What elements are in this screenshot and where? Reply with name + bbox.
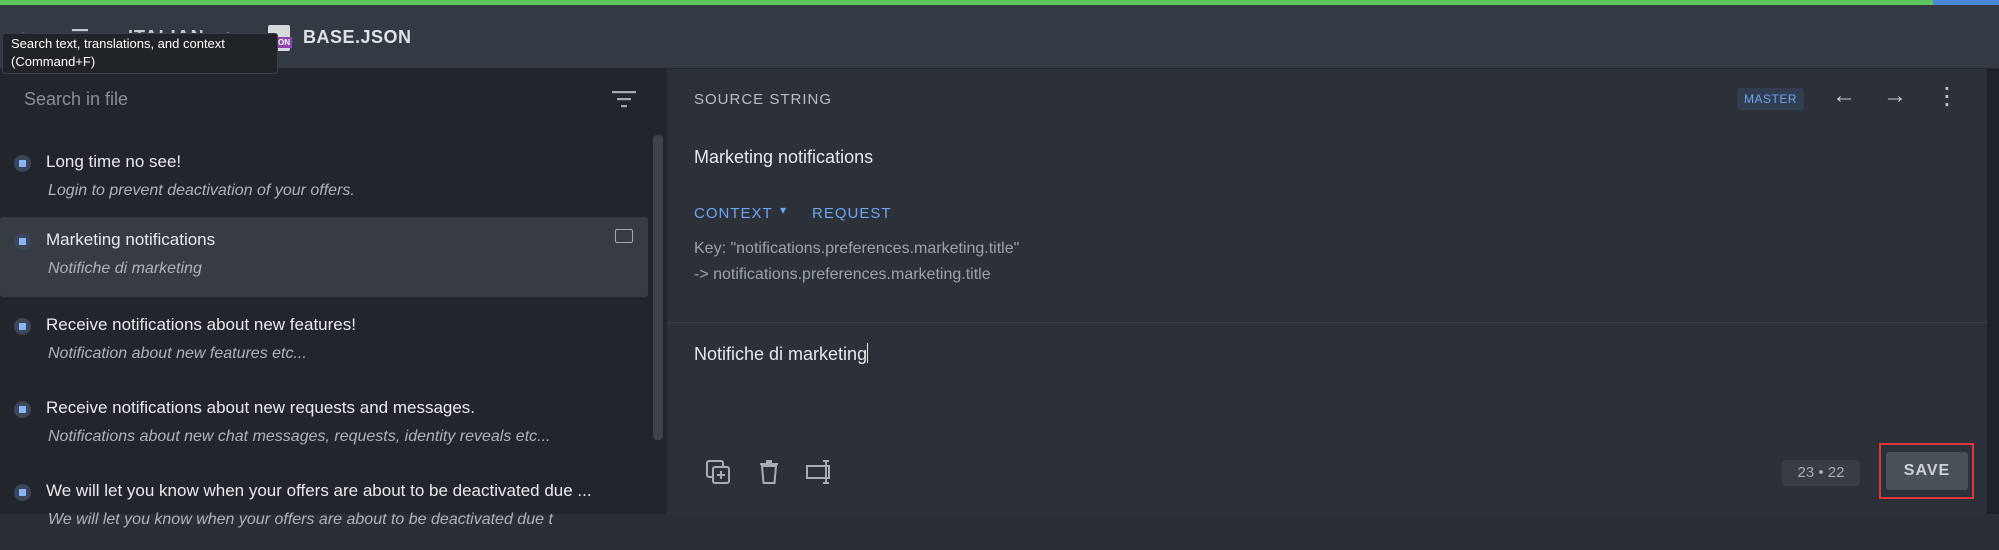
list-item-translation: Login to prevent deactivation of your of… — [48, 182, 355, 199]
list-item[interactable]: We will let you know when your offers ar… — [0, 470, 648, 550]
list-item-translation: Notification about new features etc... — [48, 345, 307, 362]
list-item-source: We will let you know when your offers ar… — [46, 481, 592, 500]
translation-textarea[interactable]: Notifiche di marketing — [694, 343, 869, 365]
divider — [667, 322, 1987, 323]
status-dot-icon — [14, 401, 31, 418]
list-item-translation: Notifiche di marketing — [48, 260, 202, 277]
string-list-panel: Search in file Long time no see! Login t… — [0, 69, 667, 528]
status-dot-icon — [14, 233, 31, 250]
arrow-right-icon[interactable]: → — [1883, 82, 1907, 110]
delete-icon[interactable] — [754, 457, 784, 487]
list-item-translation: Notifications about new chat messages, r… — [48, 428, 551, 445]
tooltip-line: (Command+F) — [11, 54, 96, 69]
list-item-source: Receive notifications about new features… — [46, 315, 356, 334]
source-string-text: Marketing notifications — [694, 147, 874, 167]
list-item[interactable]: Long time no see! Login to prevent deact… — [0, 141, 648, 221]
arrow-left-icon[interactable]: ← — [1832, 82, 1856, 110]
top-bar: ‹ ☰ ITALIAN › ON BASE.JSON — [0, 5, 1999, 69]
search-bar[interactable]: Search in file — [0, 69, 667, 131]
list-item[interactable]: Receive notifications about new features… — [0, 304, 648, 384]
status-dot-icon — [14, 484, 31, 501]
status-dot-icon — [14, 155, 31, 172]
translation-value: Notifiche di marketing — [694, 344, 868, 364]
list-item-source: Receive notifications about new requests… — [46, 398, 476, 417]
list-item[interactable]: Receive notifications about new requests… — [0, 387, 648, 467]
context-path-line: -> notifications.preferences.marketing.t… — [694, 266, 991, 283]
section-title: SOURCE STRING — [694, 91, 833, 108]
character-counter: 23 • 22 — [1782, 460, 1860, 486]
comment-icon[interactable] — [615, 229, 633, 243]
right-edge-panel — [1987, 69, 1999, 514]
caret-down-icon[interactable]: ▾ — [780, 203, 786, 217]
more-vert-icon[interactable]: ⋮ — [1935, 82, 1959, 111]
input-method-icon[interactable] — [805, 457, 835, 487]
breadcrumb-file-name: BASE.JSON — [303, 27, 412, 47]
save-button[interactable]: SAVE — [1886, 452, 1968, 490]
tooltip-line: Search text, translations, and context — [11, 36, 225, 51]
list-item-selected[interactable]: Marketing notifications Notifiche di mar… — [0, 217, 648, 297]
list-item-source: Long time no see! — [46, 152, 182, 171]
search-input[interactable]: Search in file — [24, 89, 128, 110]
filter-icon[interactable] — [610, 88, 638, 110]
request-tab[interactable]: REQUEST — [812, 205, 892, 222]
file-type-tag: ON — [276, 37, 292, 48]
status-dot-icon — [14, 318, 31, 335]
branch-badge: MASTER — [1737, 88, 1805, 110]
search-tooltip: Search text, translations, and context (… — [2, 33, 278, 74]
text-cursor — [867, 343, 869, 363]
context-key-line: Key: "notifications.preferences.marketin… — [694, 240, 1020, 257]
copy-source-icon[interactable] — [703, 457, 733, 487]
list-scrollbar[interactable] — [653, 135, 663, 440]
editor-panel: SOURCE STRING MASTER ← → ⋮ Marketing not… — [667, 69, 1987, 514]
list-item-source: Marketing notifications — [46, 230, 216, 249]
context-tab[interactable]: CONTEXT — [694, 205, 773, 222]
